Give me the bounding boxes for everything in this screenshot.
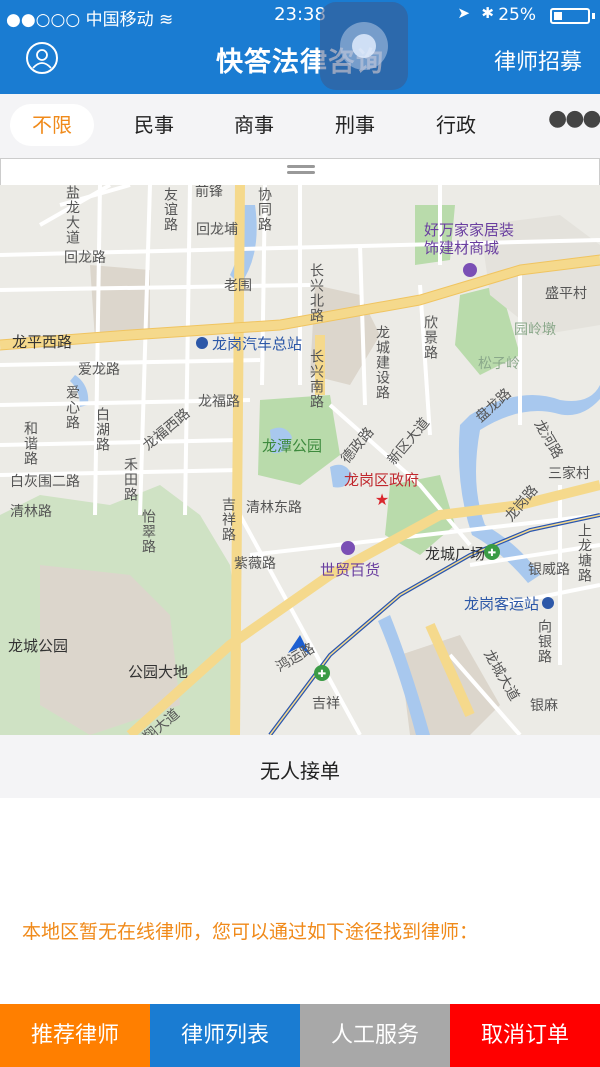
- map-poi-district-government: 龙岗区政府: [344, 471, 420, 489]
- map-label: 吉祥: [312, 696, 340, 712]
- map-label: 松子岭: [478, 356, 520, 372]
- map-label: 吉祥路: [220, 497, 236, 542]
- map-view[interactable]: ✚ ✚ ★ 盐龙大道 友谊路 前锋 协同路 回龙埔 回龙路 老围 长兴北路 好万…: [0, 185, 600, 735]
- tab-civil[interactable]: 民事: [112, 104, 196, 146]
- map-label: 银麻: [530, 698, 558, 714]
- svg-text:✚: ✚: [488, 548, 496, 559]
- category-tabs: 不限 民事 商事 刑事 行政 ●●●: [0, 94, 600, 158]
- map-label: 长兴南路: [308, 349, 324, 409]
- assistive-touch-button[interactable]: [320, 2, 408, 90]
- more-icon[interactable]: ●●●: [548, 106, 600, 131]
- map-label: 友谊路: [162, 187, 178, 232]
- map-label: 怡翠路: [140, 509, 156, 554]
- map-poi-home-furnishing-mall: 好万家家居装饰建材商城: [424, 221, 515, 257]
- grip-icon: [287, 165, 315, 168]
- map-poi-longgang-bus-terminal: 龙岗汽车总站: [212, 335, 303, 353]
- map-label: 和谐路: [22, 421, 38, 466]
- app-header: ●●○○○ 中国移动 ≋ 23:38 ➤ ✱ 25% 快答法律咨询 律师招募: [0, 0, 600, 94]
- map-label: 爱龙路: [78, 362, 120, 378]
- battery-fill: [554, 12, 562, 20]
- map-label: 龙平西路: [12, 333, 73, 351]
- location-arrow-icon: ➤: [457, 4, 470, 22]
- order-status-bar: 无人接单: [0, 735, 600, 798]
- map-poi-longtan-park: 龙潭公园: [262, 437, 323, 455]
- map-label: 白湖路: [94, 407, 110, 452]
- map-poi-longcheng-park: 龙城公园: [8, 637, 69, 655]
- map-label: 禾田路: [122, 457, 138, 502]
- svg-text:✚: ✚: [318, 669, 326, 680]
- battery-icon: [550, 8, 590, 24]
- svg-text:★: ★: [375, 490, 389, 509]
- map-label: 龙城建设路: [374, 325, 390, 400]
- map-label: 回龙埔: [196, 222, 238, 238]
- map-label: 上龙塘路: [576, 523, 592, 583]
- battery-percent: 25%: [498, 5, 536, 25]
- map-label: 白灰围二路: [10, 474, 80, 490]
- map-label: 回龙路: [64, 250, 106, 266]
- lawyer-recruit-link[interactable]: 律师招募: [494, 44, 582, 76]
- map-label: 清林东路: [246, 500, 302, 516]
- battery-tip: [592, 13, 595, 19]
- map-label: 欣景路: [422, 315, 438, 360]
- tab-administrative[interactable]: 行政: [414, 104, 498, 146]
- map-label: 三家村: [548, 466, 590, 482]
- recommend-lawyer-button[interactable]: 推荐律师: [0, 1004, 150, 1067]
- map-label: 公园大地: [128, 663, 189, 681]
- tab-criminal[interactable]: 刑事: [313, 104, 397, 146]
- map-label: 园岭墩: [514, 322, 556, 338]
- manual-service-button[interactable]: 人工服务: [300, 1004, 450, 1067]
- map-label: 清林路: [10, 504, 52, 520]
- map-label: 紫薇路: [234, 556, 276, 572]
- map-label: 爱心路: [64, 385, 80, 430]
- map-poi-world-trade-dept-store: 世贸百货: [320, 561, 381, 579]
- cancel-order-button[interactable]: 取消订单: [450, 1004, 600, 1067]
- map-label: 老围: [224, 278, 252, 294]
- status-bar: ●●○○○ 中国移动 ≋ 23:38 ➤ ✱ 25%: [0, 0, 600, 30]
- tab-unlimited[interactable]: 不限: [10, 104, 94, 146]
- map-label: 向银路: [536, 619, 552, 664]
- map-drag-handle[interactable]: [0, 158, 600, 186]
- tab-commercial[interactable]: 商事: [212, 104, 296, 146]
- bluetooth-icon: ✱: [481, 4, 494, 22]
- map-poi-longgang-coach-station: 龙岗客运站: [464, 595, 540, 613]
- map-label: 前锋: [195, 185, 223, 200]
- lawyer-list-button[interactable]: 律师列表: [150, 1004, 300, 1067]
- order-status-text: 无人接单: [260, 759, 340, 783]
- map-label: 协同路: [256, 187, 272, 232]
- map-label: 银威路: [528, 562, 570, 578]
- map-label: 长兴北路: [308, 263, 324, 323]
- map-poi-longcheng-square: 龙城广场: [425, 545, 486, 563]
- map-label: 盛平村: [545, 286, 587, 302]
- no-lawyer-notice: 本地区暂无在线律师，您可以通过如下途径找到律师：: [22, 921, 479, 943]
- map-label: 盐龙大道: [64, 185, 80, 245]
- map-label: 龙福路: [198, 394, 240, 410]
- bottom-action-bar: 推荐律师 律师列表 人工服务 取消订单: [0, 1004, 600, 1067]
